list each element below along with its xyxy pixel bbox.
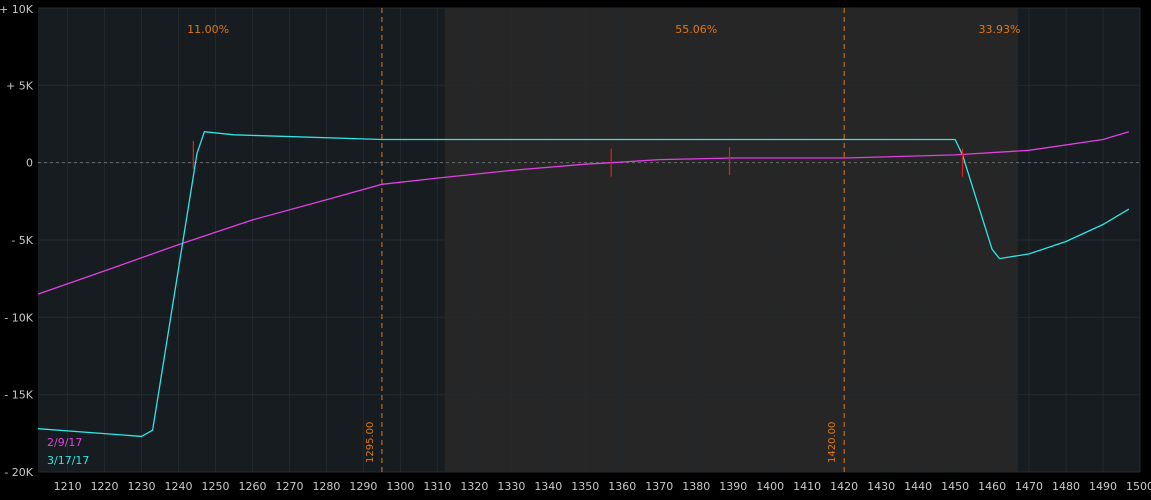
x-tick-label: 1400 (756, 480, 784, 493)
x-tick-label: 1470 (1015, 480, 1043, 493)
x-tick-label: 1380 (682, 480, 710, 493)
x-tick-label: 1300 (386, 480, 414, 493)
x-tick-label: 1220 (91, 480, 119, 493)
x-tick-label: 1280 (312, 480, 340, 493)
x-tick-label: 1460 (978, 480, 1006, 493)
x-tick-label: 1430 (867, 480, 895, 493)
x-tick-label: 1360 (608, 480, 636, 493)
x-tick-label: 1480 (1052, 480, 1080, 493)
x-tick-label: 1390 (719, 480, 747, 493)
strike-marker-label: 1295.00 (365, 422, 376, 463)
x-tick-label: 1310 (423, 480, 451, 493)
y-tick-label: - 10K (4, 311, 33, 324)
x-tick-label: 1370 (645, 480, 673, 493)
y-tick-label: - 5K (11, 234, 33, 247)
x-tick-label: 1270 (275, 480, 303, 493)
x-tick-label: 1350 (571, 480, 599, 493)
x-tick-label: 1420 (830, 480, 858, 493)
x-tick-label: 1500 (1126, 480, 1151, 493)
y-tick-label: 0 (26, 157, 33, 170)
x-tick-label: 1210 (54, 480, 82, 493)
x-tick-label: 1440 (904, 480, 932, 493)
legend-entry: 2/9/17 (47, 436, 82, 449)
legend-entry: 3/17/17 (47, 454, 89, 467)
risk-profile-chart: 11.00% 55.06% 33.93% 1295.00 1420.00 + 10K + 5… (0, 3, 1151, 493)
x-tick-label: 1260 (238, 480, 266, 493)
probability-label: 55.06% (675, 23, 717, 36)
x-tick-label: 1490 (1089, 480, 1117, 493)
probability-label: 11.00% (187, 23, 229, 36)
y-tick-label: - 15K (4, 389, 33, 402)
probability-label: 33.93% (978, 23, 1020, 36)
x-tick-label: 1320 (460, 480, 488, 493)
x-tick-label: 1240 (165, 480, 193, 493)
x-tick-label: 1230 (128, 480, 156, 493)
x-tick-label: 1250 (202, 480, 230, 493)
x-tick-label: 1330 (497, 480, 525, 493)
x-tick-label: 1290 (349, 480, 377, 493)
y-tick-label: - 20K (4, 466, 33, 479)
strike-marker-label: 1420.00 (827, 422, 838, 463)
y-tick-label: + 10K (0, 3, 34, 16)
x-tick-label: 1450 (941, 480, 969, 493)
x-tick-label: 1410 (793, 480, 821, 493)
x-tick-label: 1340 (534, 480, 562, 493)
y-tick-label: + 5K (6, 79, 34, 92)
